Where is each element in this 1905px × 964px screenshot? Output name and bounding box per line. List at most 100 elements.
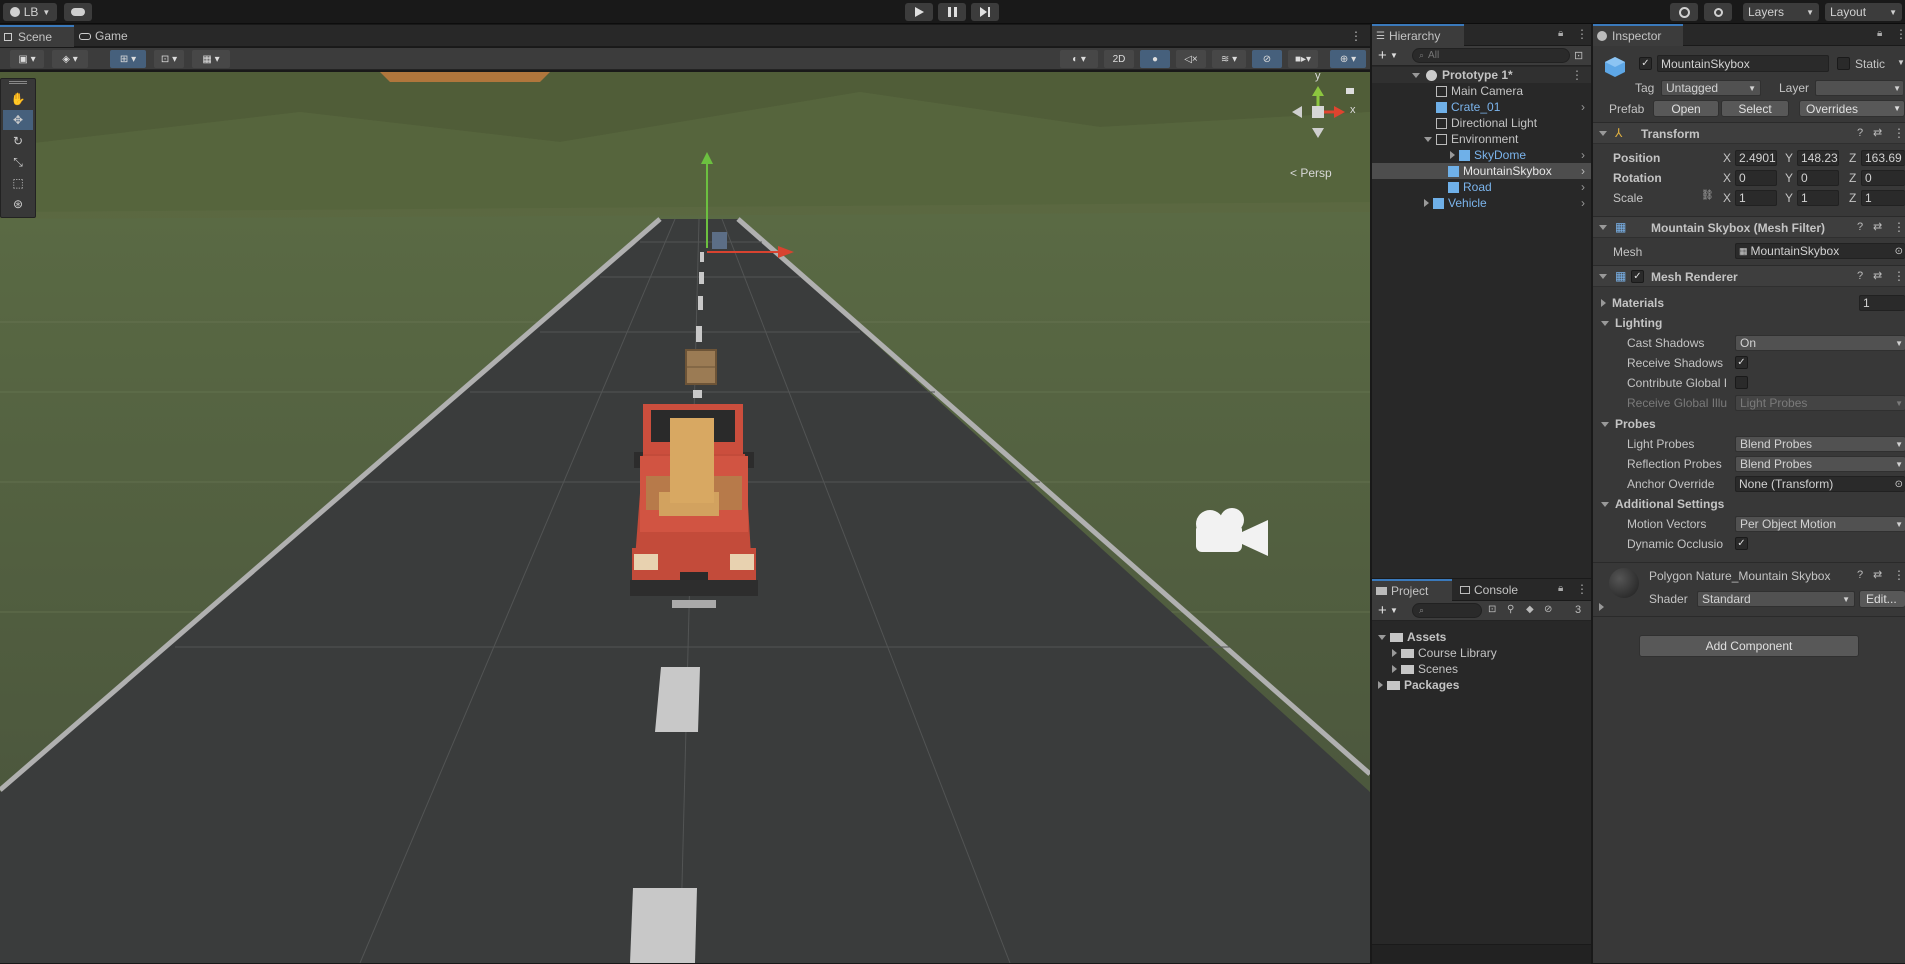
gizmo-sphere-button[interactable]: ◐ ▾ [1060, 50, 1098, 68]
constrain-proportions-icon[interactable]: ⛓ [1701, 190, 1714, 201]
lighting-toggle[interactable]: ● [1140, 50, 1170, 68]
component-menu-icon[interactable]: ⋮ [1893, 269, 1905, 283]
expand-arrow-icon[interactable] [1378, 681, 1383, 689]
filter-icon[interactable]: ⚲ [1507, 604, 1514, 615]
snap-increment-button[interactable]: ⊡ ▾ [154, 50, 184, 68]
expand-arrow-icon[interactable] [1450, 151, 1455, 159]
expand-arrow-icon[interactable] [1424, 199, 1429, 207]
preset-icon[interactable]: ⇄ [1873, 126, 1882, 139]
object-picker-icon[interactable]: ⊙ [1895, 479, 1903, 490]
reflection-probes-dropdown[interactable]: Blend Probes ▼ [1735, 456, 1905, 472]
rect-tool-button[interactable]: ⬚ [3, 173, 33, 193]
tag-dropdown[interactable]: Untagged ▼ [1661, 80, 1761, 96]
history-button[interactable] [1670, 3, 1698, 21]
light-probes-dropdown[interactable]: Blend Probes ▼ [1735, 436, 1905, 452]
hand-tool-button[interactable]: ✋ [3, 89, 33, 109]
chevron-right-icon[interactable]: › [1581, 164, 1585, 178]
material-preview-sphere[interactable] [1609, 568, 1639, 598]
camera-settings-button[interactable]: ■▸▾ [1288, 50, 1318, 68]
tab-scene[interactable]: Scene [0, 25, 74, 47]
scale-z-field[interactable]: 1 [1861, 190, 1905, 206]
position-y-field[interactable]: 148.23 [1797, 150, 1839, 166]
component-menu-icon[interactable]: ⋮ [1893, 568, 1905, 582]
tab-hierarchy[interactable]: ☰ Hierarchy [1372, 24, 1464, 46]
layer-dropdown[interactable]: ▼ [1815, 80, 1903, 96]
motion-vectors-dropdown[interactable]: Per Object Motion ▼ [1735, 516, 1905, 532]
contribute-gi-checkbox[interactable] [1735, 376, 1748, 389]
gizmo-lock-icon[interactable] [1346, 88, 1354, 94]
create-asset-button[interactable]: + [1378, 602, 1387, 619]
lighting-foldout[interactable]: Lighting [1593, 314, 1905, 332]
hierarchy-scene-row[interactable]: Prototype 1* ⋮ [1372, 67, 1591, 83]
layers-dropdown[interactable]: Layers ▼ [1743, 3, 1819, 21]
rotation-y-field[interactable]: 0 [1797, 170, 1839, 186]
panel-menu-icon[interactable]: ⋮ [1576, 582, 1588, 596]
scene-menu-icon[interactable]: ⋮ [1350, 29, 1362, 43]
collapse-arrow-icon[interactable] [1599, 225, 1607, 230]
scale-y-field[interactable]: 1 [1797, 190, 1839, 206]
component-menu-icon[interactable]: ⋮ [1893, 126, 1905, 140]
component-menu-icon[interactable]: ⋮ [1893, 220, 1905, 234]
hierarchy-item-directional-light[interactable]: Directional Light [1436, 115, 1537, 131]
tab-inspector[interactable]: Inspector [1593, 24, 1683, 46]
account-dropdown[interactable]: LB ▼ [3, 3, 57, 21]
prefab-overrides-dropdown[interactable]: Overrides ▼ [1799, 100, 1905, 117]
transform-header[interactable]: ⅄ Transform ? ⇄ ⋮ [1593, 122, 1905, 144]
tag-icon[interactable]: ◆ [1526, 604, 1534, 615]
hierarchy-item-mountainskybox[interactable]: MountainSkybox › [1372, 163, 1591, 179]
mesh-renderer-enabled-checkbox[interactable]: ✓ [1631, 270, 1644, 283]
tab-project[interactable]: Project [1372, 579, 1452, 601]
splitter[interactable] [1591, 24, 1593, 963]
shader-dropdown[interactable]: Standard ▼ [1697, 591, 1855, 607]
cast-shadows-dropdown[interactable]: On ▼ [1735, 335, 1905, 351]
search-button[interactable] [1704, 3, 1732, 21]
panel-menu-icon[interactable]: ⋮ [1576, 27, 1588, 41]
project-search-input[interactable]: ⌕ [1412, 603, 1482, 618]
help-icon[interactable]: ? [1857, 569, 1863, 581]
collapse-arrow-icon[interactable] [1599, 131, 1607, 136]
draw-mode-button[interactable]: ▣ ▾ [10, 50, 44, 68]
prefab-select-button[interactable]: Select [1721, 100, 1789, 117]
transform-tool-button[interactable]: ⊛ [3, 194, 33, 214]
preset-icon[interactable]: ⇄ [1873, 220, 1882, 233]
expand-arrow-icon[interactable] [1599, 600, 1604, 614]
add-component-button[interactable]: Add Component [1639, 635, 1859, 657]
object-name-field[interactable]: MountainSkybox [1657, 55, 1829, 72]
grid-snap-button[interactable]: ⊞ ▾ [110, 50, 146, 68]
chevron-down-icon[interactable]: ▼ [1897, 58, 1905, 67]
mesh-filter-header[interactable]: ▦ Mountain Skybox (Mesh Filter) ? ⇄ ⋮ [1593, 216, 1905, 238]
position-x-field[interactable]: 2.4901 [1735, 150, 1777, 166]
expand-arrow-icon[interactable] [1378, 634, 1386, 640]
add-object-button[interactable]: + [1378, 47, 1387, 64]
chevron-right-icon[interactable]: › [1581, 148, 1585, 162]
anchor-override-field[interactable]: None (Transform) ⊙ [1735, 476, 1905, 492]
visibility-toggle[interactable]: ⊘ [1252, 50, 1282, 68]
hierarchy-item-main-camera[interactable]: Main Camera [1436, 83, 1523, 99]
hierarchy-item-vehicle[interactable]: Vehicle › [1424, 195, 1591, 211]
mesh-renderer-header[interactable]: ▦ ✓ Mesh Renderer ? ⇄ ⋮ [1593, 265, 1905, 287]
play-button[interactable] [905, 3, 933, 21]
gizmos-button[interactable]: ⊕ ▾ [1330, 50, 1366, 68]
panel-menu-icon[interactable]: ⋮ [1895, 27, 1905, 41]
shader-edit-button[interactable]: Edit... [1859, 590, 1905, 608]
scale-x-field[interactable]: 1 [1735, 190, 1777, 206]
expand-arrow-icon[interactable] [1392, 649, 1397, 657]
cloud-button[interactable] [64, 3, 92, 21]
collapse-arrow-icon[interactable] [1599, 274, 1607, 279]
active-checkbox[interactable]: ✓ [1639, 57, 1652, 70]
chevron-right-icon[interactable]: › [1581, 180, 1585, 194]
grid-settings-button[interactable]: ▦ ▾ [192, 50, 230, 68]
project-folder-course-library[interactable]: Course Library [1392, 645, 1497, 661]
shading-button[interactable]: ◈ ▾ [52, 50, 88, 68]
rotation-x-field[interactable]: 0 [1735, 170, 1777, 186]
orientation-gizmo[interactable]: y x [1288, 72, 1356, 142]
lock-icon[interactable]: 🔒︎ [1558, 28, 1563, 39]
vehicle-model[interactable] [630, 404, 758, 608]
project-folder-scenes[interactable]: Scenes [1392, 661, 1458, 677]
project-folder-packages[interactable]: Packages [1378, 677, 1459, 693]
tab-console[interactable]: Console [1456, 579, 1536, 601]
mesh-object-field[interactable]: ▦ MountainSkybox ⊙ [1735, 243, 1905, 259]
hierarchy-search-input[interactable]: ⌕ All [1412, 48, 1570, 63]
projection-toggle[interactable]: < Persp [1290, 166, 1332, 180]
scene-render[interactable] [0, 72, 1370, 963]
